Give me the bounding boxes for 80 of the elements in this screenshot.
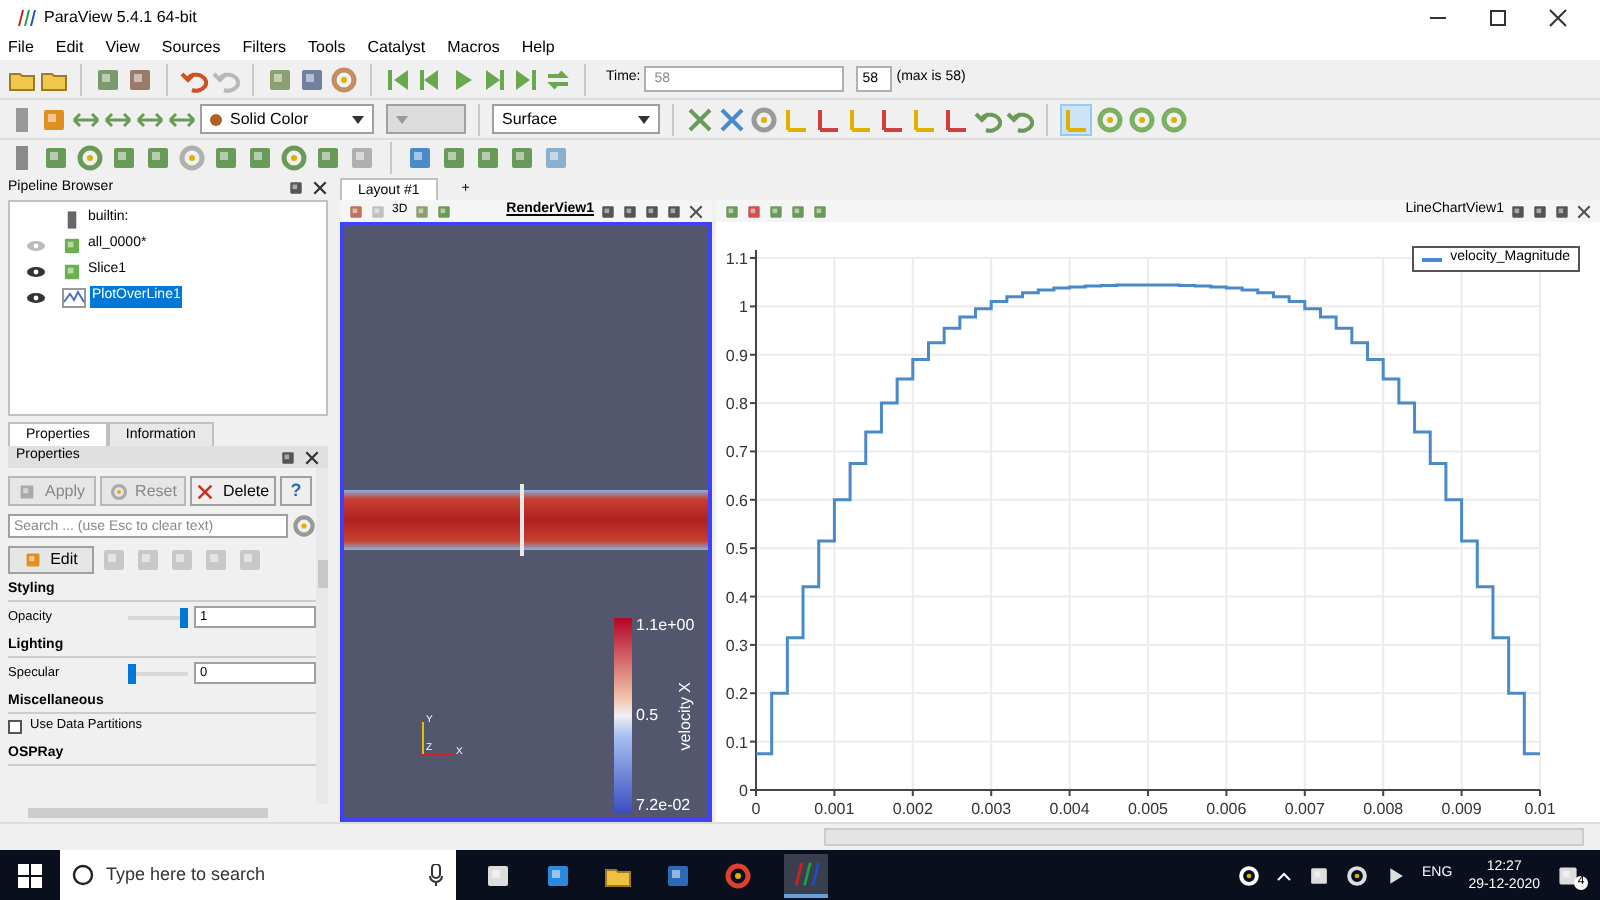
search-icon [72, 864, 94, 886]
x-tick-label: 0.005 [1127, 800, 1169, 818]
app-logo-icon [16, 9, 36, 25]
line-plot-icon [62, 287, 86, 307]
y-tick-label: 0.5 [725, 540, 748, 559]
x-tick-label: 0.007 [1284, 800, 1325, 818]
representation-dropdown[interactable]: Surface [492, 104, 660, 134]
axes-icon[interactable] [1062, 105, 1090, 133]
x-tick-label: 0.003 [971, 800, 1012, 818]
edit-button[interactable]: Edit [8, 546, 94, 574]
last-frame-icon[interactable] [512, 65, 540, 93]
representation-value: Surface [502, 107, 558, 131]
menu-item[interactable]: View [105, 35, 140, 59]
menu-item[interactable]: Edit [55, 35, 84, 59]
x-tick-label: 0.002 [892, 800, 933, 818]
delete-button[interactable]: Delete [190, 476, 276, 506]
x-tick-label: 0.004 [1049, 800, 1090, 818]
color-bar-title: velocity X [676, 681, 696, 751]
chevron-up-icon[interactable] [1276, 869, 1293, 881]
window-title: ParaView 5.4.1 64-bit [44, 5, 197, 29]
menu-item[interactable]: Help [521, 35, 555, 59]
caret-icon [396, 115, 408, 123]
caret-icon [352, 115, 364, 123]
coloring-value: Solid Color [230, 107, 309, 131]
menu-item[interactable]: Tools [308, 35, 346, 59]
y-tick-label: 0 [739, 782, 748, 800]
microphone-icon[interactable] [428, 864, 444, 886]
menu-item[interactable]: Catalyst [367, 35, 426, 59]
menu-item[interactable]: File [8, 35, 34, 59]
view-direction-icon[interactable] [814, 105, 842, 133]
menu-item[interactable]: Filters [242, 35, 287, 59]
y-tick-label: 0.1 [725, 733, 748, 752]
scrollbar-thumb[interactable] [28, 808, 268, 818]
caret-icon [638, 115, 650, 123]
color-bar-min-label: 7.2e-02 [636, 798, 693, 814]
component-dropdown[interactable] [386, 104, 466, 134]
probe-line [520, 484, 524, 556]
x-tick-label: 0.009 [1441, 800, 1482, 818]
taskbar-search-field[interactable]: Type here to search [60, 850, 456, 900]
windows-start-icon[interactable] [18, 863, 42, 887]
view-direction-icon[interactable] [782, 105, 810, 133]
checkbox[interactable] [8, 719, 22, 733]
y-tick-label: 0.3 [725, 636, 748, 655]
view-direction-icon[interactable] [846, 105, 874, 133]
y-tick-label: 0.7 [725, 443, 748, 462]
y-tick-label: 0.2 [725, 685, 748, 704]
previous-frame-icon[interactable] [416, 65, 444, 93]
coloring-dropdown[interactable]: Solid Color [200, 104, 374, 134]
x-tick-label: 0.01 [1524, 800, 1556, 818]
app-logo-icon[interactable] [792, 861, 820, 885]
vertical-scrollbar[interactable] [316, 468, 328, 804]
close-icon[interactable] [1548, 7, 1568, 27]
view-direction-icon[interactable] [942, 105, 970, 133]
view-direction-icon[interactable] [878, 105, 906, 133]
x-tick-label: 0 [751, 800, 761, 818]
y-tick-label: 1.1 [725, 250, 748, 268]
first-frame-icon[interactable] [384, 65, 412, 93]
solid-color-icon [210, 113, 222, 125]
search-placeholder: Type here to search [106, 861, 266, 888]
next-frame-icon[interactable] [480, 65, 508, 93]
menu-item[interactable]: Sources [161, 35, 221, 59]
view-direction-icon[interactable] [910, 105, 938, 133]
x-tick-label: 0.006 [1206, 800, 1247, 818]
y-tick-label: 0.4 [725, 588, 748, 607]
color-bar-max-label: 1.1e+00 [636, 618, 697, 634]
y-tick-label: 0.9 [725, 346, 748, 365]
eye-icon[interactable] [26, 265, 46, 277]
scrollbar-thumb[interactable] [317, 560, 327, 588]
y-tick-label: 0.8 [725, 395, 748, 414]
x-tick-label: 0.008 [1363, 800, 1404, 818]
x-tick-label: 0.001 [814, 800, 855, 818]
help-button[interactable]: ? [280, 476, 312, 506]
y-tick-label: 0.6 [725, 491, 748, 510]
loop-icon[interactable] [544, 65, 572, 93]
slider-thumb[interactable] [180, 607, 188, 627]
slider-thumb[interactable] [128, 663, 136, 683]
maximize-icon[interactable] [1488, 7, 1508, 27]
menu-item[interactable]: Macros [447, 35, 500, 59]
y-tick-label: 1 [739, 298, 748, 317]
eye-icon[interactable] [26, 291, 46, 303]
